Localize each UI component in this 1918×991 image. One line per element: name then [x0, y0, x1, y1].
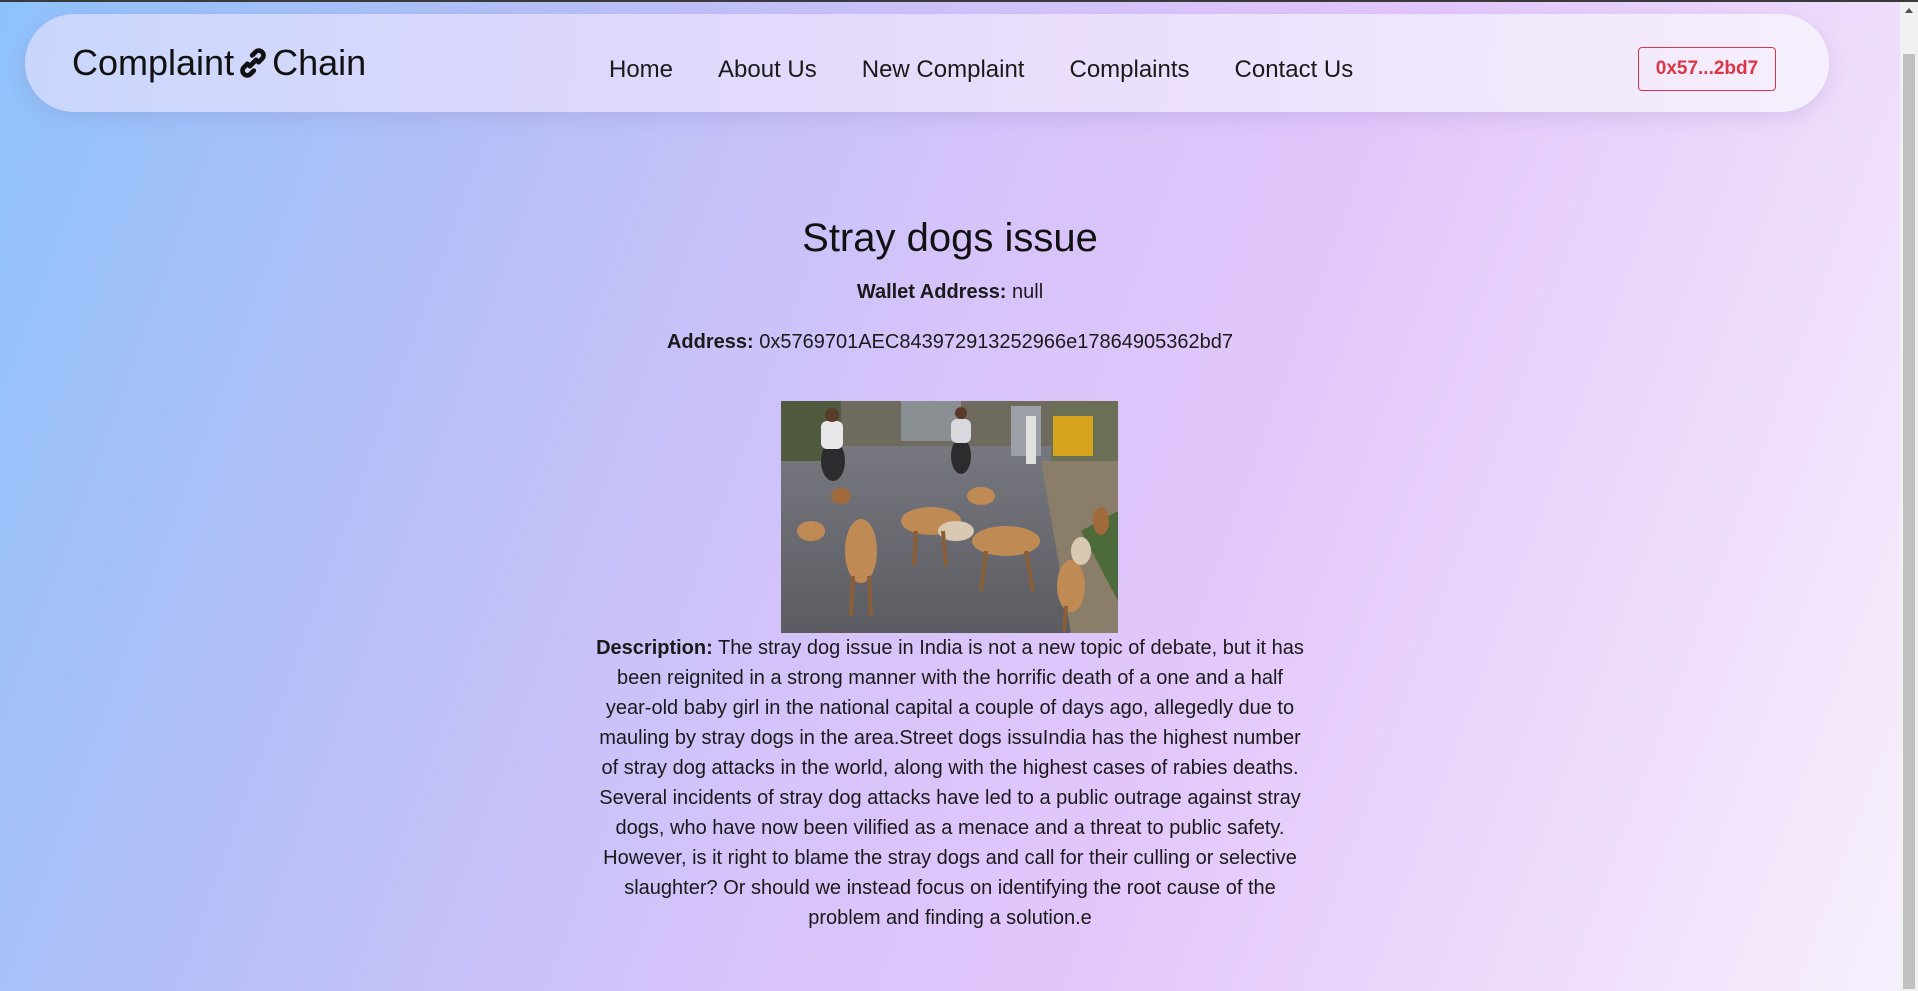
wallet-address-value: null — [1012, 281, 1044, 303]
nav-links: Home About Us New Complaint Complaints C… — [609, 56, 1398, 84]
description-text: The stray dog issue in India is not a ne… — [599, 637, 1304, 929]
scrollbar-thumb[interactable] — [1903, 54, 1915, 989]
nav-home[interactable]: Home — [609, 56, 673, 84]
nav-about-us[interactable]: About Us — [718, 56, 817, 84]
address-row: Address: 0x5769701AEC843972913252966e178… — [0, 331, 1900, 354]
nav-new-complaint[interactable]: New Complaint — [862, 56, 1025, 84]
wallet-connect-button[interactable]: 0x57...2bd7 — [1638, 47, 1776, 91]
description-label: Description: — [596, 637, 713, 659]
wallet-address-label: Wallet Address: — [856, 281, 1007, 303]
brand-name-left: Complaint — [72, 42, 235, 83]
brand-logo[interactable]: Complaint Chain — [72, 42, 366, 84]
page-scrollbar[interactable] — [1900, 2, 1918, 991]
complaint-description: Description: The stray dog issue in Indi… — [595, 633, 1305, 933]
brand-name-right: Chain — [272, 42, 367, 83]
nav-contact-us[interactable]: Contact Us — [1235, 56, 1354, 84]
wallet-address-row: Wallet Address: null — [0, 281, 1900, 304]
address-label: Address: — [666, 331, 754, 353]
complaint-photo — [781, 401, 1118, 633]
window-top-border — [0, 0, 1918, 2]
scroll-up-arrow-icon[interactable] — [1905, 8, 1913, 13]
address-value: 0x5769701AEC843972913252966e17864905362b… — [759, 331, 1234, 353]
complaint-title: Stray dogs issue — [802, 216, 1098, 260]
navbar: Complaint Chain Home About Us New Compla… — [25, 14, 1829, 112]
link-icon — [240, 48, 266, 78]
nav-complaints[interactable]: Complaints — [1069, 56, 1189, 84]
